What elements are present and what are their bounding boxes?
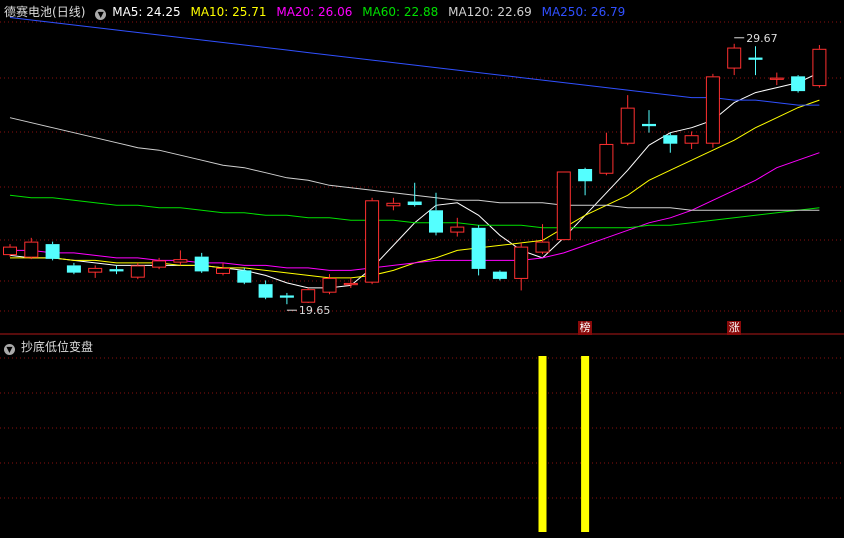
collapse-icon[interactable]: ▼ — [4, 344, 15, 355]
candle — [45, 241, 60, 261]
candle-body — [301, 289, 316, 303]
candle-body — [471, 227, 486, 269]
ma20-value: MA20: 26.06 — [276, 5, 353, 19]
candle-body — [66, 265, 81, 273]
candle-body — [258, 284, 273, 298]
candle-body — [237, 270, 252, 283]
candle — [471, 225, 486, 276]
candle-body — [620, 107, 635, 144]
candle — [301, 287, 316, 303]
candle-body — [407, 201, 422, 206]
candle-body — [386, 202, 401, 207]
low-price-label: 19.65 — [299, 304, 331, 317]
main-chart-header: 德赛电池(日线) ▼ MA5: 24.25 MA10: 25.71 MA20: 2… — [4, 3, 631, 21]
signal-bar — [581, 356, 590, 532]
candle-body — [492, 271, 507, 279]
candle-body — [343, 282, 358, 286]
candle — [556, 171, 571, 241]
candle — [705, 73, 720, 148]
candle-body — [194, 256, 209, 272]
candle-body — [642, 123, 656, 127]
candle-body — [24, 241, 39, 258]
candle-body — [684, 135, 699, 144]
candle-body — [279, 295, 294, 298]
ma120-value: MA120: 22.69 — [448, 5, 532, 19]
ma250-value: MA250: 26.79 — [541, 5, 626, 19]
candle-body — [769, 77, 784, 80]
high-price-label: 29.67 — [746, 32, 778, 45]
candle-body — [535, 241, 550, 253]
candle-body — [130, 265, 145, 278]
candle-body — [514, 246, 529, 279]
candle — [365, 197, 380, 285]
candle-body — [216, 267, 230, 274]
ma10-value: MA10: 25.71 — [190, 5, 267, 19]
candle-body — [3, 246, 17, 256]
candle — [812, 45, 827, 88]
candle-body — [152, 260, 167, 268]
candle-body — [109, 269, 124, 272]
candle-body — [791, 76, 806, 92]
candle — [791, 75, 806, 93]
indicator-title: 抄底低位变盘 — [21, 340, 94, 354]
signal-bar — [538, 356, 547, 532]
candle-body — [599, 143, 614, 174]
candle-body — [812, 48, 827, 87]
ma5-value: MA5: 24.25 — [112, 5, 181, 19]
candle-body — [556, 171, 571, 241]
badge-zhang: 涨 — [727, 321, 742, 335]
candle-body — [322, 277, 337, 293]
ma60-value: MA60: 22.88 — [362, 5, 439, 19]
candle-body — [45, 244, 60, 259]
candle-body — [365, 200, 380, 283]
candle-body — [578, 168, 593, 182]
candle-body — [173, 259, 188, 263]
candle-body — [748, 57, 763, 60]
candle-body — [429, 210, 443, 233]
collapse-icon[interactable]: ▼ — [95, 9, 107, 20]
badge-bang: 榜 — [578, 321, 593, 335]
candle-body — [663, 135, 678, 144]
candle-body — [705, 76, 720, 144]
indicator-header: ▼ 抄底低位变盘 — [4, 338, 99, 356]
stock-title[interactable]: 德赛电池(日线) — [4, 5, 85, 19]
candle-body — [450, 226, 465, 233]
kline-chart[interactable]: 19.65 29.67 — [0, 0, 844, 538]
candle-body — [727, 47, 742, 69]
candle-body — [88, 267, 103, 273]
